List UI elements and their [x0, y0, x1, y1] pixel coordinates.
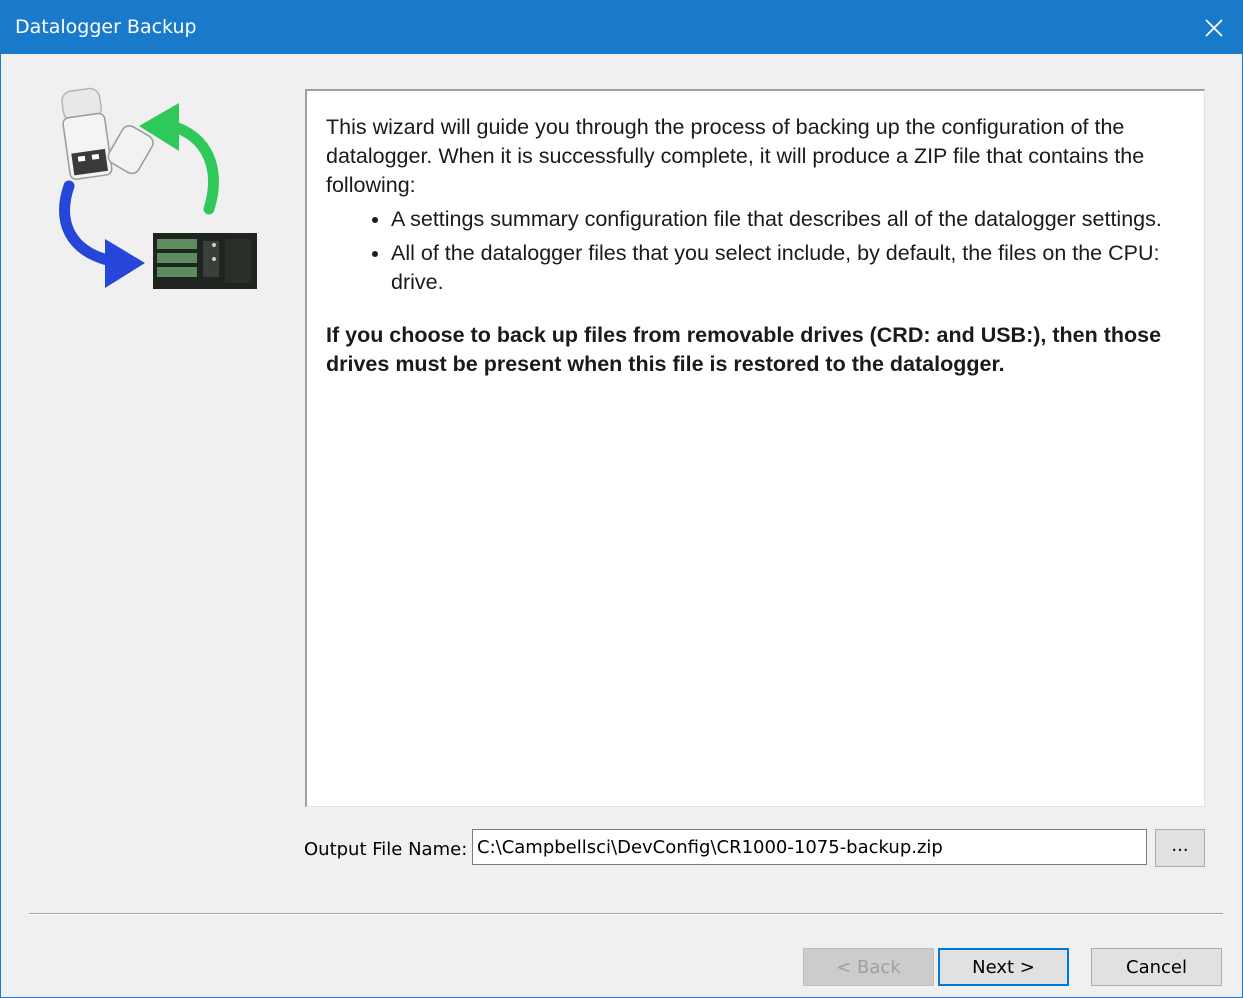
window-title: Datalogger Backup: [15, 16, 197, 38]
list-item: All of the datalogger files that you sel…: [391, 239, 1186, 297]
output-file-input[interactable]: [472, 829, 1147, 865]
output-file-label: Output File Name:: [304, 839, 468, 860]
title-bar[interactable]: Datalogger Backup: [1, 1, 1242, 54]
close-icon[interactable]: [1186, 1, 1242, 54]
removable-drives-note: If you choose to back up files from remo…: [326, 323, 1162, 376]
wizard-window: Datalogger Backup This wizard will guide…: [0, 0, 1243, 998]
browse-button[interactable]: ...: [1155, 829, 1205, 867]
cancel-button[interactable]: Cancel: [1091, 948, 1222, 986]
intro-text: This wizard will guide you through the p…: [326, 115, 1145, 197]
next-button[interactable]: Next >: [938, 948, 1069, 986]
datalogger-backup-icon: [59, 87, 257, 289]
info-text: This wizard will guide you through the p…: [326, 113, 1186, 379]
info-panel[interactable]: This wizard will guide you through the p…: [305, 89, 1205, 807]
contents-list: A settings summary configuration file th…: [326, 205, 1186, 297]
list-item: A settings summary configuration file th…: [391, 205, 1186, 234]
back-button[interactable]: < Back: [803, 948, 934, 986]
divider: [29, 913, 1223, 915]
